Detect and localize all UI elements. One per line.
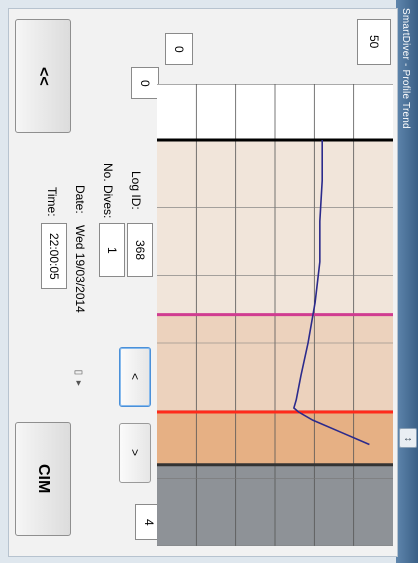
time-label: Time: bbox=[45, 187, 59, 217]
window-resize-button[interactable]: ↔ bbox=[399, 428, 417, 448]
resize-icon: ↔ bbox=[403, 432, 413, 444]
profile-chart bbox=[157, 83, 393, 547]
dives-label: No. Dives: bbox=[101, 163, 115, 219]
next-button[interactable]: > bbox=[119, 423, 151, 483]
log-id-label: Log ID: bbox=[129, 171, 143, 210]
main-panel: << CIM 0 0 50 4 Log ID: 368 No. Dives: 1… bbox=[8, 8, 398, 557]
prev-button[interactable]: < bbox=[119, 347, 151, 407]
range-left-field[interactable]: 0 bbox=[165, 33, 193, 65]
date-value[interactable]: Wed 19/03/2014 bbox=[73, 225, 87, 313]
back-button[interactable]: << bbox=[15, 19, 71, 133]
cim-button[interactable]: CIM bbox=[15, 422, 71, 536]
profile-chart-svg bbox=[157, 83, 393, 547]
log-id-field: 368 bbox=[127, 223, 153, 277]
back-button-label: << bbox=[35, 66, 52, 86]
title-bar: SmartDiver - Profile Trend ↔ bbox=[396, 0, 418, 563]
window-title: SmartDiver - Profile Trend bbox=[400, 8, 411, 129]
range-mid-field[interactable]: 0 bbox=[131, 67, 159, 99]
dives-field: 1 bbox=[99, 223, 125, 277]
date-label: Date: bbox=[73, 185, 87, 214]
cim-button-label: CIM bbox=[35, 464, 52, 494]
calendar-dropdown-icon[interactable]: ▭▾ bbox=[73, 367, 84, 389]
range-top-field[interactable]: 50 bbox=[357, 19, 391, 65]
time-field[interactable]: 22:00:05 bbox=[41, 223, 67, 289]
